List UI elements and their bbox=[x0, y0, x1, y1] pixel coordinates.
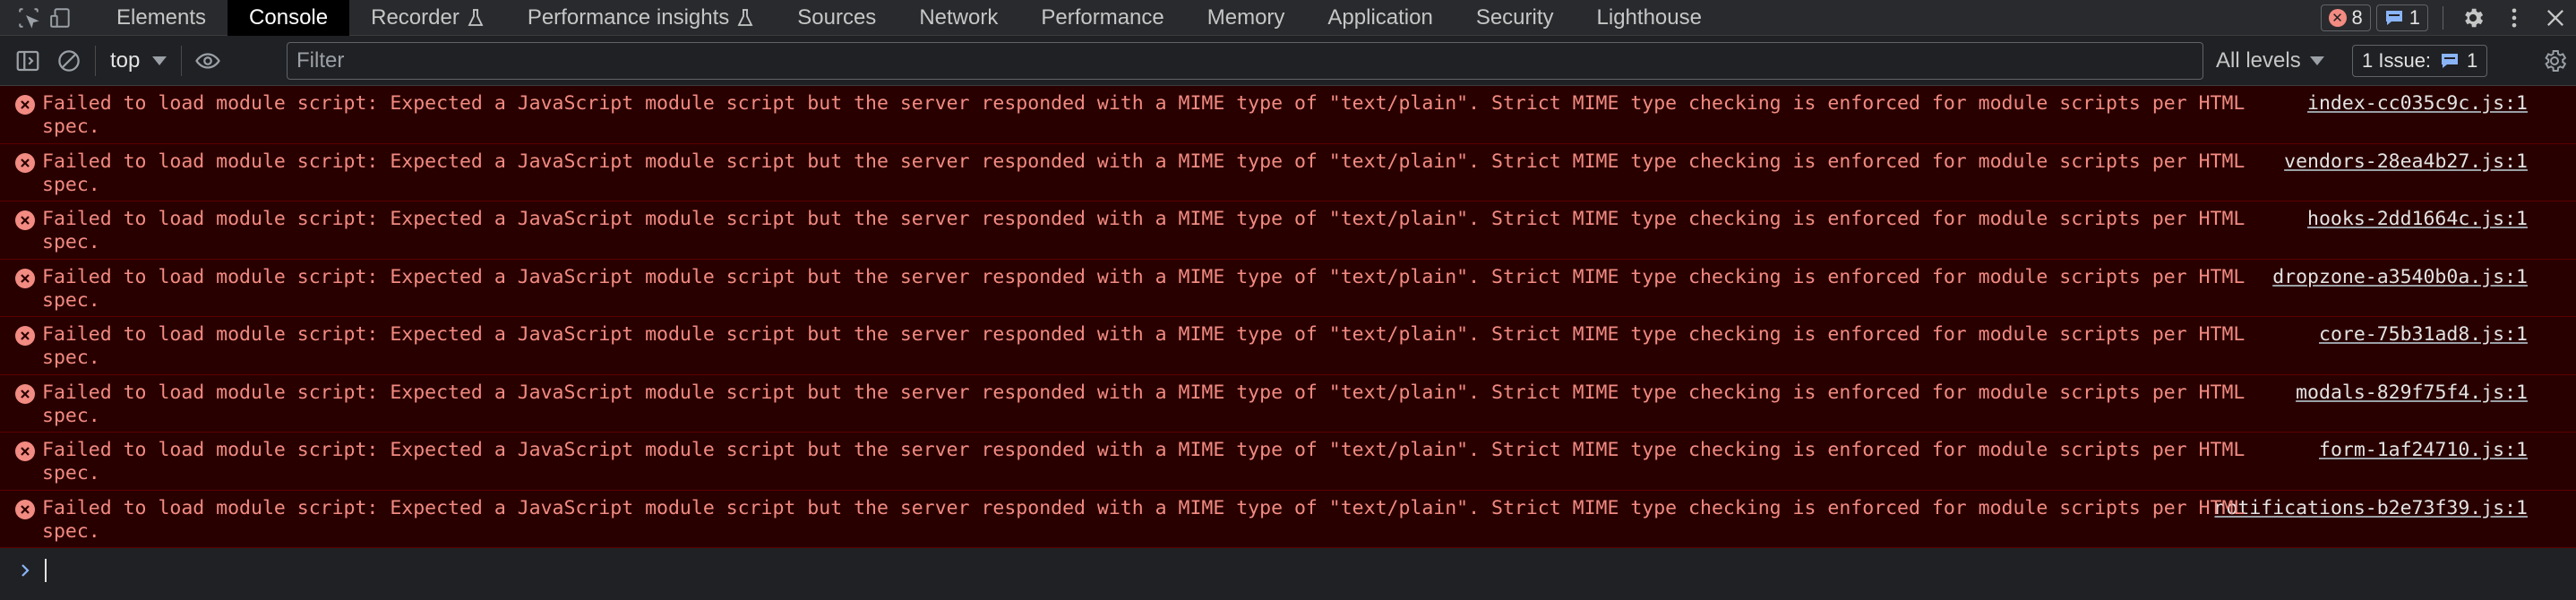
message-text: Failed to load module script: Expected a… bbox=[42, 92, 2245, 138]
tab-security[interactable]: Security bbox=[1455, 0, 1576, 36]
toolbar-divider bbox=[95, 45, 96, 76]
tab-label: Memory bbox=[1206, 4, 1285, 30]
message-text: Failed to load module script: Expected a… bbox=[42, 439, 2245, 484]
message-source-link[interactable]: index-cc035c9c.js:1 bbox=[2297, 92, 2528, 116]
tabbar-right-group: ✕ 8 1 bbox=[2320, 0, 2576, 36]
chevron-down-icon bbox=[2309, 56, 2324, 65]
tab-network[interactable]: Network bbox=[897, 0, 1019, 36]
tab-performance[interactable]: Performance bbox=[1019, 0, 1185, 36]
log-levels-label: All levels bbox=[2216, 48, 2301, 73]
error-icon: ✕ bbox=[2328, 9, 2347, 27]
message-text: Failed to load module script: Expected a… bbox=[42, 265, 2245, 312]
filter-box bbox=[287, 42, 2203, 80]
tab-lighthouse[interactable]: Lighthouse bbox=[1576, 0, 1723, 36]
console-error-message[interactable]: hooks-2dd1664c.js:1 Failed to load module… bbox=[0, 201, 2576, 260]
tab-label: Performance bbox=[1041, 4, 1164, 30]
message-count: 1 bbox=[2409, 6, 2420, 29]
tab-label: Lighthouse bbox=[1596, 4, 1702, 30]
error-count: 8 bbox=[2351, 6, 2363, 29]
issues-label: 1 Issue: bbox=[2362, 49, 2432, 72]
error-counter-badge[interactable]: ✕ 8 bbox=[2320, 4, 2371, 31]
console-toolbar: top All levels 1 Issue: 1 bbox=[0, 36, 2576, 86]
console-error-message[interactable]: form-1af24710.js:1 Failed to load module … bbox=[0, 433, 2576, 491]
console-error-message[interactable]: vendors-28ea4b27.js:1 Failed to load modu… bbox=[0, 143, 2576, 201]
issue-message-icon bbox=[2442, 54, 2459, 68]
message-list: index-cc035c9c.js:1 Failed to load module… bbox=[0, 86, 2576, 548]
context-label: top bbox=[110, 47, 141, 73]
tab-label: Sources bbox=[797, 4, 877, 30]
error-icon bbox=[15, 499, 35, 519]
tab-label: Recorder bbox=[371, 4, 459, 30]
console-error-message[interactable]: modals-829f75f4.js:1 Failed to load modul… bbox=[0, 374, 2576, 433]
console-error-message[interactable]: index-cc035c9c.js:1 Failed to load module… bbox=[0, 86, 2576, 144]
issues-count: 1 bbox=[2467, 49, 2478, 72]
error-icon bbox=[15, 95, 35, 115]
issues-button[interactable]: 1 Issue: 1 bbox=[2352, 45, 2488, 77]
log-levels-dropdown[interactable]: All levels bbox=[2216, 43, 2324, 79]
filter-input[interactable] bbox=[288, 43, 2202, 79]
tab-label: Console bbox=[249, 4, 329, 30]
experimental-flask-icon bbox=[737, 8, 753, 26]
message-counter-badge[interactable]: 1 bbox=[2375, 4, 2428, 31]
tab-label: Performance insights bbox=[527, 4, 730, 30]
console-error-message[interactable]: core-75b31ad8.js:1 Failed to load module … bbox=[0, 317, 2576, 375]
error-icon bbox=[15, 210, 35, 230]
tab-sources[interactable]: Sources bbox=[776, 0, 897, 36]
tab-label: Elements bbox=[116, 4, 207, 30]
message-source-link[interactable]: modals-829f75f4.js:1 bbox=[2285, 381, 2528, 405]
settings-gear-icon[interactable] bbox=[2452, 0, 2494, 36]
clear-console-icon[interactable] bbox=[48, 36, 90, 86]
console-error-message[interactable]: dropzone-a3540b0a.js:1 Failed to load mod… bbox=[0, 259, 2576, 317]
message-icon bbox=[2385, 11, 2402, 25]
error-icon bbox=[15, 326, 35, 346]
error-icon bbox=[15, 441, 35, 461]
console-messages: index-cc035c9c.js:1 Failed to load module… bbox=[0, 86, 2576, 593]
error-icon bbox=[15, 152, 35, 173]
close-devtools-icon[interactable] bbox=[2535, 0, 2576, 36]
devtools-tab-bar: Elements Console Recorder Performance insig… bbox=[0, 0, 2576, 36]
tab-application[interactable]: Application bbox=[1306, 0, 1454, 36]
message-text: Failed to load module script: Expected a… bbox=[42, 208, 2245, 253]
device-toolbar-icon[interactable] bbox=[45, 0, 77, 36]
text-cursor bbox=[45, 559, 47, 582]
console-prompt[interactable] bbox=[0, 548, 2576, 593]
prompt-chevron-icon bbox=[21, 564, 30, 577]
tab-performance-insights[interactable]: Performance insights bbox=[506, 0, 776, 36]
message-source-link[interactable]: dropzone-a3540b0a.js:1 bbox=[2262, 265, 2528, 289]
tab-elements[interactable]: Elements bbox=[95, 0, 228, 36]
inspect-element-icon[interactable] bbox=[13, 0, 45, 36]
console-settings-gear-icon[interactable] bbox=[2535, 43, 2574, 79]
toolbar-divider bbox=[181, 45, 183, 76]
tab-memory[interactable]: Memory bbox=[1186, 0, 1307, 36]
message-text: Failed to load module script: Expected a… bbox=[42, 323, 2245, 369]
message-text: Failed to load module script: Expected a… bbox=[42, 381, 2245, 427]
more-options-icon[interactable] bbox=[2494, 0, 2535, 36]
tab-recorder[interactable]: Recorder bbox=[349, 0, 506, 36]
message-source-link[interactable]: core-75b31ad8.js:1 bbox=[2308, 323, 2528, 347]
chevron-down-icon bbox=[152, 56, 167, 65]
tab-label: Network bbox=[919, 4, 999, 30]
console-error-message[interactable]: notifications-b2e73f39.js:1 Failed to loa… bbox=[0, 490, 2576, 548]
message-text: Failed to load module script: Expected a… bbox=[42, 496, 2245, 543]
error-icon bbox=[15, 268, 35, 288]
error-icon bbox=[15, 383, 35, 404]
panel-tabs: Elements Console Recorder Performance insig… bbox=[95, 0, 1723, 36]
message-source-link[interactable]: form-1af24710.js:1 bbox=[2308, 439, 2528, 462]
context-selector[interactable]: top bbox=[101, 43, 176, 79]
sidebar-toggle-icon[interactable] bbox=[7, 36, 48, 86]
experimental-flask-icon bbox=[468, 8, 484, 26]
tab-label: Security bbox=[1475, 4, 1554, 30]
tab-label: Application bbox=[1327, 4, 1433, 30]
live-expression-eye-icon[interactable] bbox=[187, 36, 228, 86]
tab-console[interactable]: Console bbox=[228, 0, 350, 36]
message-text: Failed to load module script: Expected a… bbox=[42, 150, 2245, 196]
message-source-link[interactable]: vendors-28ea4b27.js:1 bbox=[2273, 150, 2528, 174]
message-source-link[interactable]: hooks-2dd1664c.js:1 bbox=[2297, 208, 2528, 231]
